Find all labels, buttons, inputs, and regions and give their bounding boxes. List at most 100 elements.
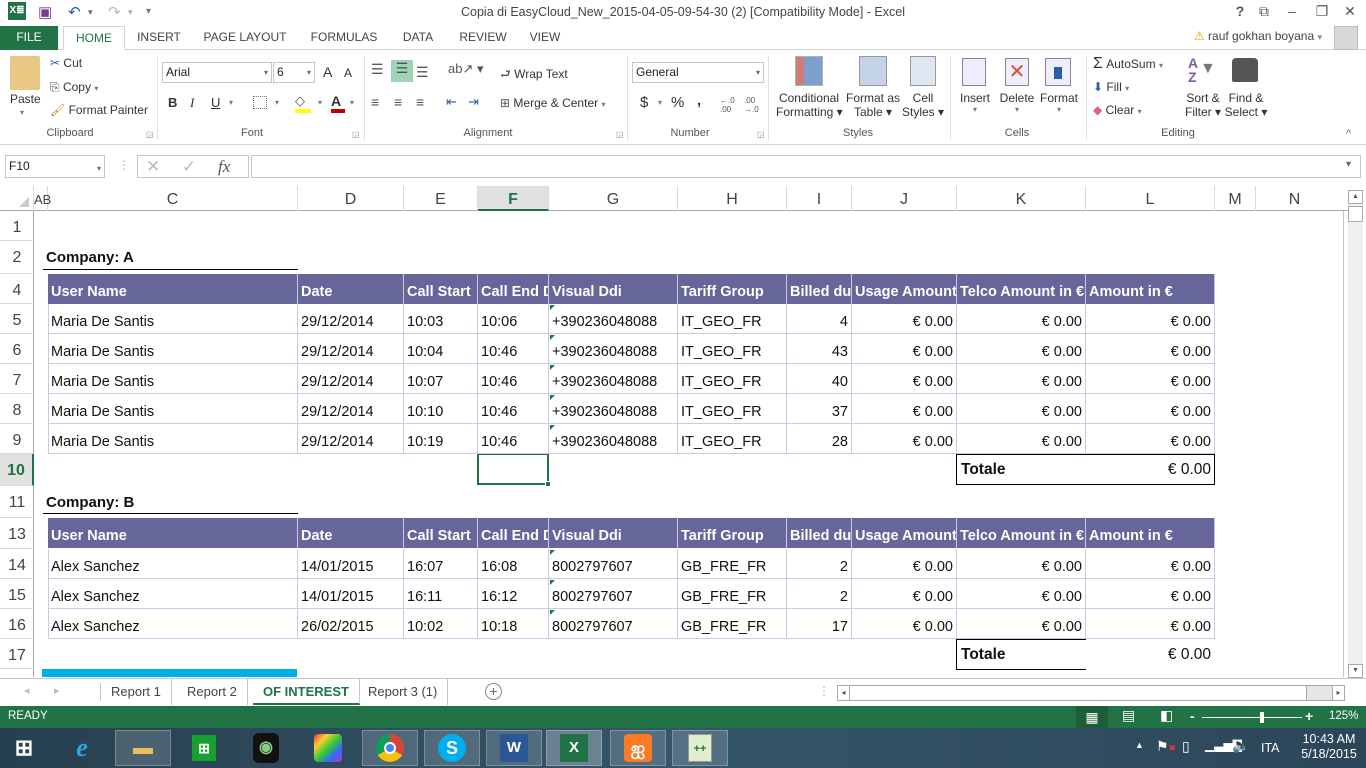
header-call-end[interactable]: Call End D	[478, 274, 549, 304]
merge-center-button[interactable]: ⊞ Merge & Center ▾	[500, 96, 605, 110]
header-telco-amount[interactable]: Telco Amount in €	[957, 518, 1086, 548]
paste-dropdown-icon[interactable]: ▾	[20, 108, 24, 117]
comma-style-button[interactable]: ,	[697, 92, 701, 109]
increase-decimal-button[interactable]: ←.0 .00	[720, 96, 740, 114]
row-header-2[interactable]: 2	[0, 241, 34, 274]
borders-dropdown-icon[interactable]: ▾	[275, 98, 279, 107]
cell-tariff-group[interactable]: GB_FRE_FR	[678, 609, 787, 639]
prev-sheet-button[interactable]: ◂	[24, 684, 30, 697]
scroll-right-button[interactable]: ▸	[1332, 686, 1344, 700]
collapse-ribbon-icon[interactable]: ^	[1346, 128, 1351, 140]
user-account[interactable]: ⚠ rauf gokhan boyana ▾	[1194, 29, 1322, 43]
cell-call-end[interactable]: 10:46	[478, 394, 549, 424]
cell-call-start[interactable]: 16:07	[404, 549, 478, 579]
paint-icon[interactable]	[314, 734, 342, 762]
row-header-8[interactable]: 8	[0, 394, 34, 424]
conditional-formatting-button[interactable]: Conditional Formatting ▾	[776, 91, 843, 119]
total-label-b[interactable]: Totale	[958, 639, 1009, 669]
header-call-start[interactable]: Call Start	[404, 518, 478, 548]
file-explorer-icon[interactable]: ▬	[115, 730, 171, 766]
format-as-table-button[interactable]: Format as Table ▾	[844, 91, 902, 119]
font-color-dropdown-icon[interactable]: ▾	[350, 98, 354, 107]
cell-usage-amount[interactable]: € 0.00	[852, 424, 957, 454]
cell-call-start[interactable]: 10:10	[404, 394, 478, 424]
column-header-D[interactable]: D	[298, 186, 404, 211]
header-billed-duration[interactable]: Billed du	[787, 518, 852, 548]
cell-user-name[interactable]: Alex Sanchez	[48, 609, 298, 639]
formula-input[interactable]	[251, 155, 1361, 178]
font-name-select[interactable]: Arial ▾	[162, 62, 272, 83]
total-value-a[interactable]: € 0.00	[1085, 454, 1214, 484]
avatar[interactable]	[1334, 26, 1358, 50]
cell-usage-amount[interactable]: € 0.00	[852, 304, 957, 334]
font-launcher-icon[interactable]: ◲	[352, 130, 360, 139]
cell-date[interactable]: 26/02/2015	[298, 609, 404, 639]
row-header-10[interactable]: 10	[0, 454, 34, 486]
cell-visual-ddi[interactable]: +390236048088	[549, 394, 678, 424]
header-billed-duration[interactable]: Billed du	[787, 274, 852, 304]
delete-cells-button[interactable]: Delete ▾	[998, 91, 1036, 114]
column-header-J[interactable]: J	[852, 186, 957, 211]
cell-telco-amount[interactable]: € 0.00	[957, 394, 1086, 424]
next-sheet-button[interactable]: ▸	[54, 684, 60, 697]
restore-button[interactable]: ❐	[1308, 3, 1336, 20]
cell-billed-duration[interactable]: 28	[787, 424, 852, 454]
vertical-scrollbar[interactable]: ▲ ▼	[1348, 190, 1363, 678]
zoom-in-button[interactable]: +	[1305, 708, 1313, 724]
cell-telco-amount[interactable]: € 0.00	[957, 579, 1086, 609]
page-break-view-button[interactable]: ◧	[1160, 707, 1173, 724]
number-launcher-icon[interactable]: ◲	[757, 130, 765, 139]
cell-call-end[interactable]: 10:46	[478, 424, 549, 454]
cell-billed-duration[interactable]: 17	[787, 609, 852, 639]
column-header-N[interactable]: N	[1256, 186, 1333, 211]
cell-call-start[interactable]: 10:07	[404, 364, 478, 394]
align-right-button[interactable]: ≡	[416, 94, 424, 110]
camera-icon[interactable]: ◉	[253, 733, 279, 763]
column-header-AB[interactable]: AB	[34, 186, 51, 211]
internet-explorer-icon[interactable]: e	[54, 730, 110, 766]
cell-billed-duration[interactable]: 40	[787, 364, 852, 394]
tab-insert[interactable]: INSERT	[130, 26, 188, 50]
cell-date[interactable]: 29/12/2014	[298, 394, 404, 424]
column-header-L[interactable]: L	[1086, 186, 1215, 211]
clear-button[interactable]: ◆ Clear ▾	[1093, 103, 1142, 117]
currency-dropdown-icon[interactable]: ▾	[658, 98, 662, 107]
clock[interactable]: 10:43 AM 5/18/2015	[1298, 732, 1360, 761]
row-header-17[interactable]: 17	[0, 639, 34, 669]
cell-amount[interactable]: € 0.00	[1086, 394, 1215, 424]
tab-file[interactable]: FILE	[0, 26, 58, 50]
row-header-14[interactable]: 14	[0, 549, 34, 579]
decrease-decimal-button[interactable]: .00 →.0	[744, 96, 764, 114]
copy-button[interactable]: ⎘ Copy ▾	[50, 80, 98, 95]
tab-review[interactable]: REVIEW	[452, 26, 514, 50]
cell-call-end[interactable]: 10:18	[478, 609, 549, 639]
cell-visual-ddi[interactable]: +390236048088	[549, 424, 678, 454]
cell-telco-amount[interactable]: € 0.00	[957, 549, 1086, 579]
row-header-4[interactable]: 4	[0, 274, 34, 304]
header-visual-ddi[interactable]: Visual Ddi	[549, 518, 678, 548]
cell-call-end[interactable]: 16:08	[478, 549, 549, 579]
show-hidden-icons-button[interactable]: ▲	[1135, 740, 1144, 750]
column-header-I[interactable]: I	[787, 186, 852, 211]
tab-page-layout[interactable]: PAGE LAYOUT	[196, 26, 294, 50]
borders-button[interactable]	[253, 96, 267, 109]
font-color-button[interactable]: A	[331, 93, 345, 113]
cell-tariff-group[interactable]: GB_FRE_FR	[678, 579, 787, 609]
header-user-name[interactable]: User Name	[48, 274, 298, 304]
store-icon[interactable]: ⊞	[192, 735, 216, 761]
cell-call-start[interactable]: 10:03	[404, 304, 478, 334]
insert-cells-button[interactable]: Insert ▾	[958, 91, 992, 114]
cell-call-start[interactable]: 10:04	[404, 334, 478, 364]
zoom-slider-thumb[interactable]	[1260, 712, 1264, 723]
clipboard-launcher-icon[interactable]: ◲	[146, 130, 154, 139]
header-telco-amount[interactable]: Telco Amount in €	[957, 274, 1086, 304]
cell-tariff-group[interactable]: IT_GEO_FR	[678, 364, 787, 394]
chrome-icon[interactable]	[376, 734, 404, 762]
cell-billed-duration[interactable]: 37	[787, 394, 852, 424]
cell-tariff-group[interactable]: IT_GEO_FR	[678, 334, 787, 364]
cell-call-end[interactable]: 10:06	[478, 304, 549, 334]
cell-usage-amount[interactable]: € 0.00	[852, 609, 957, 639]
cell-user-name[interactable]: Alex Sanchez	[48, 549, 298, 579]
insert-function-icon[interactable]: fx	[218, 157, 230, 177]
cell-date[interactable]: 14/01/2015	[298, 579, 404, 609]
